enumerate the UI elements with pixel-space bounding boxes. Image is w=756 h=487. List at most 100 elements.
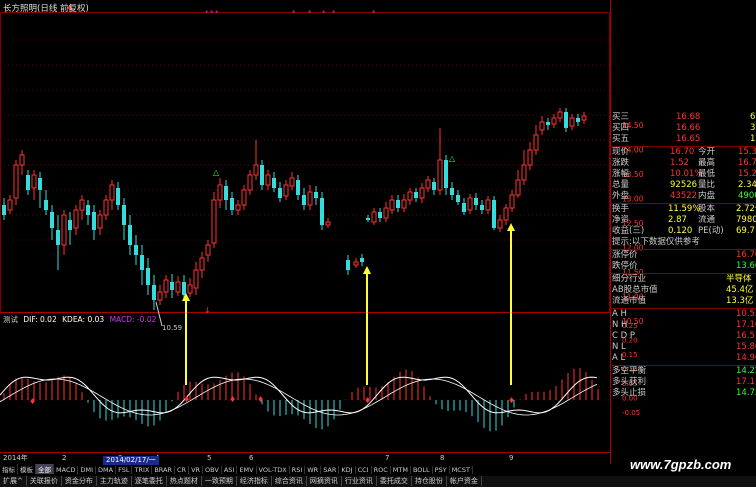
- panel-cell: 流通市值: [612, 296, 647, 306]
- candle-body: [378, 212, 382, 218]
- top-marker: *: [332, 9, 336, 17]
- bid-row: 买三 16.68 6: [610, 112, 756, 123]
- candle-body: [289, 177, 295, 187]
- panel-cell: 17.11: [736, 377, 756, 387]
- panel-cell: 跌停价: [612, 261, 638, 271]
- stat2-row: 换手 11.59%股本 2.72亿: [610, 204, 756, 215]
- candle-body: [217, 184, 223, 201]
- candle-body: [241, 189, 247, 206]
- indicator-tab[interactable]: TRIX: [132, 466, 153, 474]
- function-tab[interactable]: 行业资讯: [342, 476, 377, 486]
- indicator-tab[interactable]: BOLL: [411, 466, 433, 474]
- function-tab[interactable]: 综合资讯: [272, 476, 307, 486]
- candle-body: [456, 195, 460, 202]
- indicator-tab[interactable]: ROC: [372, 466, 391, 474]
- function-tab[interactable]: 逐笔委托: [132, 476, 167, 486]
- panel-separator: [610, 273, 756, 274]
- function-tab[interactable]: 一致预期: [202, 476, 237, 486]
- indicator-tab[interactable]: RSI: [290, 466, 306, 474]
- indicator-tab[interactable]: KDJ: [339, 466, 356, 474]
- function-tab[interactable]: 持仓股份: [412, 476, 447, 486]
- indicator-tab[interactable]: BRAR: [152, 466, 175, 474]
- indicator-tab[interactable]: CCI: [356, 466, 372, 474]
- kdea-value: KDEA: 0.03: [62, 315, 105, 324]
- indicator-tab[interactable]: ASI: [222, 466, 238, 474]
- panel-cell: 16.51: [736, 331, 756, 341]
- signal-marker: △: [449, 154, 456, 163]
- candle-body: [551, 117, 557, 125]
- panel-cell: 92526: [670, 180, 698, 190]
- indicator-tab[interactable]: WR: [305, 466, 322, 474]
- function-tab[interactable]: 主力轨迹: [97, 476, 132, 486]
- function-tab[interactable]: 扩展^: [0, 476, 27, 486]
- panel-cell: 16.68: [676, 112, 701, 122]
- indicator-tab[interactable]: CR: [175, 466, 190, 474]
- indicator-tab[interactable]: EMV: [237, 466, 257, 474]
- quote-panel: 买三16.686买四16.663买五16.6511现价16.70今开15.33涨…: [610, 112, 756, 457]
- panel-cell: 收益(三): [612, 226, 645, 236]
- panel-cell: 16.70: [738, 158, 756, 168]
- candle-body: [116, 188, 120, 205]
- panel-cell: 涨跌: [612, 158, 630, 168]
- indicator-tab[interactable]: 全部: [36, 464, 54, 474]
- panel-cell: AB股总市值: [612, 285, 658, 295]
- function-tab[interactable]: 热点题材: [167, 476, 202, 486]
- indicator-tab[interactable]: OBV: [203, 466, 222, 474]
- function-tab[interactable]: 网摘资讯: [307, 476, 342, 486]
- indicator-tab[interactable]: DMI: [78, 466, 97, 474]
- indicator-tab[interactable]: MCST: [450, 466, 473, 474]
- candle-body: [272, 178, 276, 188]
- indicator-tab[interactable]: VOL-TDX: [257, 466, 290, 474]
- indicator-tab[interactable]: MTM: [391, 466, 411, 474]
- panel-cell: 多空平衡: [612, 366, 647, 376]
- candle-body: [109, 184, 115, 201]
- candle-body: [576, 118, 580, 122]
- indicator-tab[interactable]: 指标: [0, 464, 18, 474]
- function-tab[interactable]: 关联报价: [27, 476, 62, 486]
- buy-arrow-head: [507, 223, 515, 231]
- panel-cell: 16.66: [676, 123, 701, 133]
- function-tab[interactable]: 资金分布: [62, 476, 97, 486]
- panel-cell: 提示:以下数据仅供参考: [612, 237, 700, 247]
- indicator-tab[interactable]: MACD: [54, 466, 79, 474]
- candle-body: [302, 195, 306, 205]
- candle-body: [509, 194, 515, 209]
- candle-body: [360, 258, 364, 262]
- indicator-tab[interactable]: DMA: [96, 466, 117, 474]
- panel-cell: 外盘: [612, 191, 630, 201]
- candle-body: [485, 199, 491, 211]
- low-marker-label: 10.59: [162, 324, 182, 332]
- panel-cell: 45.4亿: [726, 285, 754, 295]
- indicator-tab[interactable]: VR: [189, 466, 204, 474]
- panel-cell: 2.34: [738, 180, 756, 190]
- function-tab[interactable]: 委托成交: [377, 476, 412, 486]
- panel-cell: 现价: [612, 147, 630, 157]
- candle-body: [278, 188, 282, 198]
- candle-body: [503, 207, 509, 221]
- function-tab[interactable]: 经济指标: [237, 476, 272, 486]
- candle-body: [187, 284, 193, 294]
- ahcd-row: N L 15.86: [610, 342, 756, 353]
- candle-body: [79, 199, 85, 211]
- indicator-tab[interactable]: PSY: [433, 466, 450, 474]
- candle-body: [19, 154, 25, 166]
- candle-body: [44, 200, 48, 210]
- panel-cell: 买五: [612, 134, 630, 144]
- main-frame: [0, 12, 610, 313]
- indicator-tab[interactable]: SAR: [321, 466, 340, 474]
- candle-body: [396, 200, 400, 208]
- indicator-tab[interactable]: 模板: [18, 464, 36, 474]
- candle-body: [437, 159, 443, 191]
- function-tab[interactable]: 帐户资金: [447, 476, 482, 486]
- function-tabs: 扩展^ 关联报价 资金分布 主力轨迹 逐笔委托 热点题材 一致预期 经济指标 综合资讯 网摘资讯行…: [0, 476, 756, 487]
- top-marker: *: [210, 9, 214, 17]
- candle-body: [247, 174, 253, 191]
- panel-cell: 6: [750, 112, 756, 122]
- panel-cell: 69.7: [736, 226, 755, 236]
- candle-body: [265, 174, 271, 186]
- candle-body: [307, 191, 313, 206]
- indicator-tab[interactable]: FSL: [116, 466, 133, 474]
- candle-body: [211, 199, 217, 244]
- candle-body: [407, 191, 413, 201]
- candle-body: [497, 219, 503, 229]
